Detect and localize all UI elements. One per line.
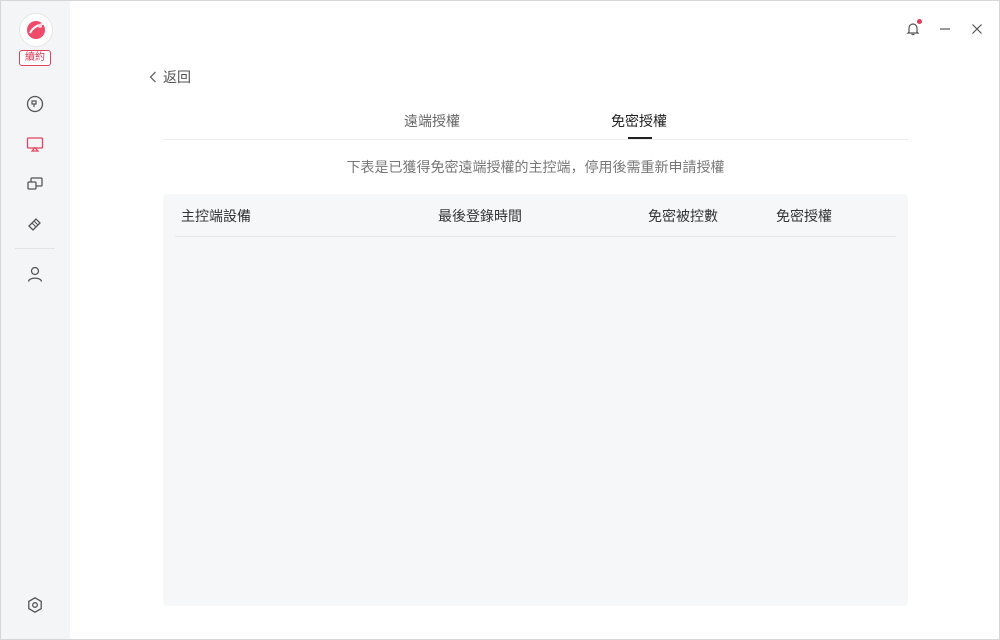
app-window: 續約 返回 遠端授權 免密授權 下表是已獲得免密遠端授權的主控端，停用後需重新申… (0, 0, 1000, 640)
close-icon (972, 24, 982, 34)
close-button[interactable] (965, 17, 989, 41)
app-logo[interactable] (19, 13, 53, 47)
column-header-controller-device: 主控端設備 (181, 209, 251, 225)
settings-icon (28, 597, 42, 613)
notification-button[interactable] (901, 17, 925, 41)
devices-icon (27, 177, 43, 190)
authorization-notice: 下表是已獲得免密遠端授權的主控端，停用後需重新申請授權 (346, 160, 725, 176)
notification-dot (917, 19, 922, 24)
remote-code-icon (26, 95, 44, 113)
user-icon (27, 266, 43, 282)
sidebar-item-account[interactable] (23, 262, 47, 286)
app-logo-icon (27, 21, 45, 39)
column-header-last-login-time: 最後登錄時間 (438, 209, 522, 225)
tab-bar: 遠端授權 免密授權 (163, 105, 908, 140)
screen-cast-icon (26, 137, 44, 152)
back-label: 返回 (163, 70, 191, 86)
tab-remote-authorization[interactable]: 遠端授權 (404, 111, 460, 131)
table-header: 主控端設備 最後登錄時間 免密被控數 免密授權 (175, 194, 896, 237)
tab-password-free-authorization[interactable]: 免密授權 (611, 111, 667, 131)
back-button[interactable]: 返回 (149, 67, 191, 87)
sidebar-item-remote-control[interactable] (23, 132, 47, 156)
minimize-icon (940, 28, 950, 30)
active-tab-indicator (628, 137, 652, 139)
sidebar-divider (15, 248, 55, 249)
column-header-password-free-auth: 免密授權 (776, 209, 832, 225)
sidebar-item-devices[interactable] (23, 172, 47, 196)
sidebar: 續約 (1, 1, 70, 639)
subscription-badge[interactable]: 續約 (19, 50, 51, 66)
authorization-table: 主控端設備 最後登錄時間 免密被控數 免密授權 (163, 194, 908, 606)
sidebar-item-tools[interactable] (23, 212, 47, 236)
minimize-button[interactable] (933, 17, 957, 41)
chevron-left-icon (149, 71, 156, 83)
tools-icon (28, 218, 41, 231)
sidebar-item-settings[interactable] (23, 593, 47, 617)
sidebar-item-remote-code[interactable] (23, 92, 47, 116)
column-header-controlled-count: 免密被控數 (648, 209, 718, 225)
